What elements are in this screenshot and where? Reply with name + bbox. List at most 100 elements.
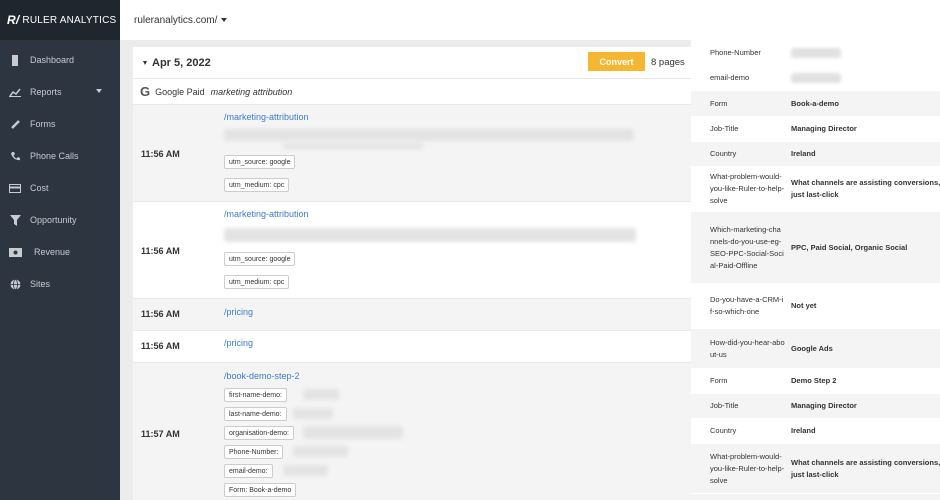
- sidebar-item-label: Revenue: [34, 247, 71, 257]
- detail-value: Book-a-demo: [791, 98, 839, 108]
- visit-time: 11:57 AM: [141, 429, 180, 439]
- detail-key: What-problem-would-you-like-Ruler-to-hel…: [710, 172, 785, 205]
- detail-value: Managing Director: [791, 401, 857, 410]
- page-link[interactable]: /marketing-attribution: [224, 209, 309, 219]
- redacted-value: [791, 47, 841, 58]
- list-item: 11:56 AM /marketing-attribution utm_sour…: [133, 104, 691, 201]
- redacted-url: [224, 129, 634, 141]
- top-bar: ruleranalytics.com/: [120, 0, 940, 40]
- redacted-value: [303, 426, 403, 439]
- utm-tag: utm_source: google: [224, 252, 296, 266]
- chevron-down-icon: [96, 89, 102, 93]
- form-field-tag: organisation-demo:: [224, 426, 294, 440]
- detail-row: Job-Title Managing Director: [691, 117, 940, 142]
- session-header[interactable]: Apr 5, 2022 Convert 8 pages: [133, 47, 691, 78]
- detail-value: Demo Step 2: [791, 376, 837, 385]
- sidebar-item-label: Cost: [30, 183, 49, 193]
- sidebar-nav: Dashboard Reports Forms Phone Calls Cost…: [0, 40, 120, 300]
- pencil-icon: [8, 118, 22, 130]
- detail-key: Form: [710, 376, 728, 385]
- form-field-tag: email-demo:: [224, 464, 273, 478]
- form-field-tag: Form: Book-a-demo: [224, 483, 297, 497]
- utm-tag: utm_medium: cpc: [224, 178, 290, 192]
- sidebar-item-phone-calls[interactable]: Phone Calls: [0, 140, 120, 172]
- visit-time: 11:56 AM: [141, 341, 180, 351]
- convert-button[interactable]: Convert: [588, 52, 645, 71]
- detail-row: Form Demo Step 2: [691, 369, 940, 394]
- page-link[interactable]: /pricing: [224, 338, 253, 348]
- page-link[interactable]: /book-demo-step-2: [224, 371, 300, 381]
- list-item: 11:56 AM /pricing: [133, 330, 691, 362]
- detail-row: Country Ireland: [691, 419, 940, 444]
- funnel-icon: [8, 214, 22, 226]
- sidebar-item-label: Forms: [30, 119, 56, 129]
- detail-key: What-problem-would-you-like-Ruler-to-hel…: [710, 451, 785, 485]
- visit-time: 11:56 AM: [141, 149, 180, 159]
- detail-row: Country Ireland: [691, 142, 940, 167]
- detail-key: How-did-you-hear-about-us: [710, 337, 785, 359]
- chevron-down-icon[interactable]: [221, 18, 228, 22]
- phone-icon: [8, 150, 22, 162]
- lead-details-panel: Phone-Number email-demo Form Book-a-demo…: [691, 40, 940, 500]
- sidebar: R/ RULER ANALYTICS Dashboard Reports For…: [0, 0, 120, 500]
- detail-value: Ireland: [791, 426, 816, 435]
- detail-value: Not yet: [791, 301, 817, 310]
- logo-mark: R/: [7, 13, 20, 27]
- detail-row: What-problem-would-you-like-Ruler-to-hel…: [691, 167, 940, 212]
- sidebar-item-forms[interactable]: Forms: [0, 108, 120, 140]
- google-icon: G: [140, 84, 151, 99]
- sidebar-item-label: Sites: [30, 279, 51, 289]
- page-link[interactable]: /pricing: [224, 307, 253, 317]
- site-selector[interactable]: ruleranalytics.com/: [134, 15, 217, 26]
- detail-key: Do-you-have-a-CRM-if-so-which-one: [710, 295, 784, 316]
- ruler-analytics-logo[interactable]: R/ RULER ANALYTICS: [0, 0, 120, 40]
- redacted-value: [293, 446, 348, 457]
- detail-value: What channels are assisting conversions,…: [791, 178, 940, 199]
- sidebar-item-label: Dashboard: [30, 55, 75, 65]
- detail-key: Country: [710, 149, 737, 158]
- chart-icon: [8, 86, 22, 98]
- page-count: 8 pages: [651, 57, 685, 68]
- detail-row: How-did-you-hear-about-us Google Ads: [691, 329, 940, 369]
- form-field-tag: first-name-demo:: [224, 388, 287, 402]
- sidebar-item-cost[interactable]: Cost: [0, 172, 120, 204]
- detail-key: Which-marketing-channels-do-you-use-eg-S…: [710, 224, 784, 270]
- detail-value: Ireland: [791, 149, 816, 158]
- page-link[interactable]: /marketing-attribution: [224, 112, 309, 122]
- logo-text: RULER ANALYTICS: [22, 14, 117, 26]
- detail-key: Form: [710, 98, 728, 108]
- sidebar-item-label: Phone Calls: [30, 151, 79, 161]
- dashboard-icon: [8, 54, 22, 66]
- sidebar-item-label: Reports: [30, 87, 62, 97]
- sidebar-item-reports[interactable]: Reports: [0, 76, 120, 108]
- detail-row: What-problem-would-you-like-Ruler-to-hel…: [691, 444, 940, 494]
- detail-value: Google Ads: [791, 343, 833, 353]
- sidebar-item-revenue[interactable]: Revenue: [0, 236, 120, 268]
- form-field-tag: last-name-demo:: [224, 407, 287, 421]
- detail-row: Job-Title Managing Director: [691, 394, 940, 419]
- redacted-value: [303, 389, 339, 400]
- detail-row: Phone-Number: [691, 40, 940, 66]
- detail-key: Phone-Number: [710, 47, 761, 57]
- sidebar-item-opportunity[interactable]: Opportunity: [0, 204, 120, 236]
- detail-key: email-demo: [710, 73, 750, 82]
- visit-time: 11:56 AM: [141, 309, 180, 319]
- card-icon: [8, 182, 22, 194]
- collapse-triangle-icon[interactable]: [143, 60, 147, 65]
- detail-row: Which-marketing-channels-do-you-use-eg-S…: [691, 212, 940, 284]
- session-date: Apr 5, 2022: [152, 56, 211, 69]
- money-icon: [8, 246, 22, 258]
- redacted-value: [293, 408, 333, 419]
- redacted-value: [283, 465, 328, 476]
- detail-value: PPC, Paid Social, Organic Social: [791, 242, 908, 252]
- list-item: 11:56 AM /marketing-attribution utm_sour…: [133, 201, 691, 298]
- redacted-value: [791, 73, 841, 83]
- detail-key: Job-Title: [710, 401, 739, 410]
- redacted-url: [283, 143, 423, 149]
- detail-row: Do-you-have-a-CRM-if-so-which-one Not ye…: [691, 284, 940, 329]
- list-item: 11:57 AM /book-demo-step-2 first-name-de…: [133, 362, 691, 500]
- utm-tag: utm_source: google: [224, 155, 296, 169]
- sidebar-item-sites[interactable]: Sites: [0, 268, 120, 300]
- sidebar-item-dashboard[interactable]: Dashboard: [0, 44, 120, 76]
- redacted-url: [224, 228, 636, 242]
